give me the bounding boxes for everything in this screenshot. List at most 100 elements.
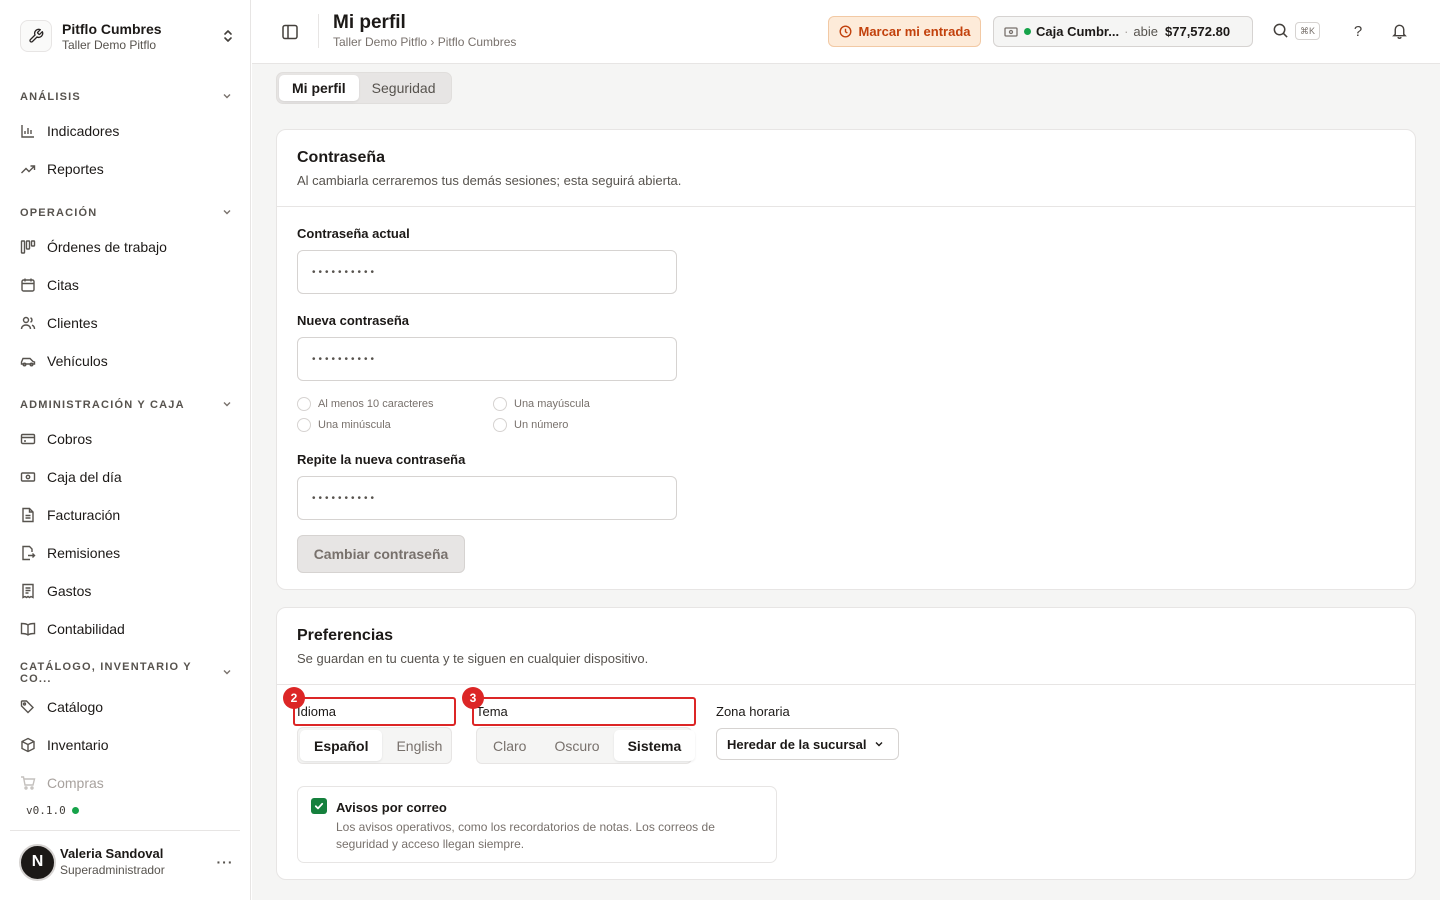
preferences-card: Preferencias Se guardan en tu cuenta y t… xyxy=(276,607,1416,880)
tab-mi-perfil[interactable]: Mi perfil xyxy=(279,75,359,101)
bell-icon[interactable] xyxy=(1391,22,1409,40)
banknote-icon xyxy=(20,469,36,485)
file-text-icon xyxy=(20,507,36,523)
tab-seguridad[interactable]: Seguridad xyxy=(359,75,449,101)
section-operacion[interactable]: OPERACIÓN xyxy=(20,205,232,221)
email-notices-checkbox[interactable] xyxy=(311,798,327,814)
separator: · xyxy=(1124,24,1129,39)
sidebar-item-clientes[interactable]: Clientes xyxy=(20,311,232,335)
status-dot xyxy=(1024,28,1031,35)
file-export-icon xyxy=(20,545,36,561)
sidebar-item-label: Indicadores xyxy=(47,123,120,139)
timezone-select[interactable]: Heredar de la sucursal xyxy=(716,728,899,760)
annotation-box xyxy=(293,697,456,726)
theme-option-light[interactable]: Claro xyxy=(479,730,540,761)
shortcut-hint: ⌘K xyxy=(1295,22,1320,40)
requirement-lowercase: Una minúscula xyxy=(297,418,391,432)
current-password-label: Contraseña actual xyxy=(297,226,410,241)
sidebar-item-label: Inventario xyxy=(47,737,109,753)
divider xyxy=(10,830,240,831)
receipt-icon xyxy=(20,583,36,599)
sidebar-item-inventario[interactable]: Inventario xyxy=(20,733,232,757)
chevron-down-icon xyxy=(222,399,232,412)
clock-in-button[interactable]: Marcar mi entrada xyxy=(828,16,981,47)
car-icon xyxy=(20,353,36,369)
cash-register-name: Caja Cumbr... xyxy=(1036,24,1120,39)
language-option-es[interactable]: Español xyxy=(300,730,383,761)
org-name: Pitflo Cumbres xyxy=(62,20,162,37)
chevron-down-icon xyxy=(874,739,884,749)
sidebar-item-facturacion[interactable]: Facturación xyxy=(20,503,232,527)
circle-icon xyxy=(493,418,507,432)
requirement-number: Un número xyxy=(493,418,568,432)
org-subtitle: Taller Demo Pitflo xyxy=(62,37,157,52)
email-notices-option[interactable]: Avisos por correo Los avisos operativos,… xyxy=(297,786,777,863)
page-title: Mi perfil xyxy=(333,12,406,33)
email-notices-description: Los avisos operativos, como los recordat… xyxy=(336,820,715,851)
circle-icon xyxy=(297,397,311,411)
new-password-input[interactable]: •••••••••• xyxy=(297,337,677,381)
current-password-input[interactable]: •••••••••• xyxy=(297,250,677,294)
search-icon[interactable] xyxy=(1272,22,1290,40)
trending-up-icon xyxy=(20,161,36,177)
chevron-down-icon xyxy=(222,207,232,220)
sidebar-toggle-icon[interactable] xyxy=(280,22,300,42)
sidebar-item-cobros[interactable]: Cobros xyxy=(20,427,232,451)
section-analisis[interactable]: ANÁLISIS xyxy=(20,89,232,105)
tags-icon xyxy=(20,699,36,715)
book-open-icon xyxy=(20,621,36,637)
kanban-icon xyxy=(20,239,36,255)
requirement-label: Un número xyxy=(514,419,569,431)
sidebar-item-catalogo[interactable]: Catálogo xyxy=(20,695,232,719)
section-catalogo[interactable]: CATÁLOGO, INVENTARIO Y CO... xyxy=(20,661,232,685)
sidebar-item-remisiones[interactable]: Remisiones xyxy=(20,541,232,565)
cash-register-state: abie xyxy=(1133,24,1158,39)
requirement-label: Una minúscula xyxy=(318,419,391,431)
theme-option-dark[interactable]: Oscuro xyxy=(540,730,613,761)
more-icon[interactable]: ··· xyxy=(213,854,237,870)
sidebar-item-compras[interactable]: Compras xyxy=(20,771,232,795)
version-label: v0.1.0 xyxy=(26,804,66,817)
sidebar-item-indicadores[interactable]: Indicadores xyxy=(20,119,232,143)
version-indicator: v0.1.0 xyxy=(26,804,79,817)
email-notices-title: Avisos por correo xyxy=(336,800,447,815)
change-password-button[interactable]: Cambiar contraseña xyxy=(297,535,465,573)
sidebar-item-label: Facturación xyxy=(47,507,121,523)
cash-register-selector[interactable]: Caja Cumbr... · abie $77,572.80 xyxy=(993,16,1253,47)
sidebar-item-vehiculos[interactable]: Vehículos xyxy=(20,349,232,373)
card-description: Al cambiarla cerraremos tus demás sesion… xyxy=(297,173,682,188)
section-label: ADMINISTRACIÓN Y CAJA xyxy=(20,399,185,411)
divider xyxy=(318,14,319,48)
sidebar-item-label: Remisiones xyxy=(47,545,121,561)
help-icon[interactable]: ? xyxy=(1349,22,1367,40)
sidebar-item-contabilidad[interactable]: Contabilidad xyxy=(20,617,232,641)
sidebar-item-label: Órdenes de trabajo xyxy=(47,239,167,255)
sidebar-item-label: Gastos xyxy=(47,583,92,599)
annotation-badge: 2 xyxy=(283,687,305,709)
breadcrumb: Taller Demo Pitflo › Pitflo Cumbres xyxy=(333,35,517,49)
repeat-password-input[interactable]: •••••••••• xyxy=(297,476,677,520)
wrench-icon xyxy=(20,20,52,52)
sidebar-item-citas[interactable]: Citas xyxy=(20,273,232,297)
sidebar-item-caja[interactable]: Caja del día xyxy=(20,465,232,489)
section-label: ANÁLISIS xyxy=(20,91,81,103)
annotation-badge: 3 xyxy=(462,687,484,709)
user-menu[interactable]: N Valeria Sandoval Superadministrador ··… xyxy=(19,842,237,882)
section-administracion[interactable]: ADMINISTRACIÓN Y CAJA xyxy=(20,397,232,413)
theme-option-system[interactable]: Sistema xyxy=(613,730,696,761)
users-icon xyxy=(20,315,36,331)
requirement-length: Al menos 10 caracteres xyxy=(297,397,434,411)
requirement-label: Una mayúscula xyxy=(514,398,590,410)
language-toggle: Español English xyxy=(297,727,452,764)
sidebar-item-reportes[interactable]: Reportes xyxy=(20,157,232,181)
sidebar-item-ordenes[interactable]: Órdenes de trabajo xyxy=(20,235,232,259)
annotation-box xyxy=(472,697,696,726)
new-password-label: Nueva contraseña xyxy=(297,313,409,328)
sidebar-item-gastos[interactable]: Gastos xyxy=(20,579,232,603)
sidebar-item-label: Vehículos xyxy=(47,353,108,369)
chevron-down-icon xyxy=(222,91,232,104)
card-title: Preferencias xyxy=(297,627,394,644)
sidebar-item-label: Caja del día xyxy=(47,469,122,485)
org-switcher[interactable]: Pitflo Cumbres Taller Demo Pitflo xyxy=(20,16,236,56)
language-option-en[interactable]: English xyxy=(382,730,456,761)
